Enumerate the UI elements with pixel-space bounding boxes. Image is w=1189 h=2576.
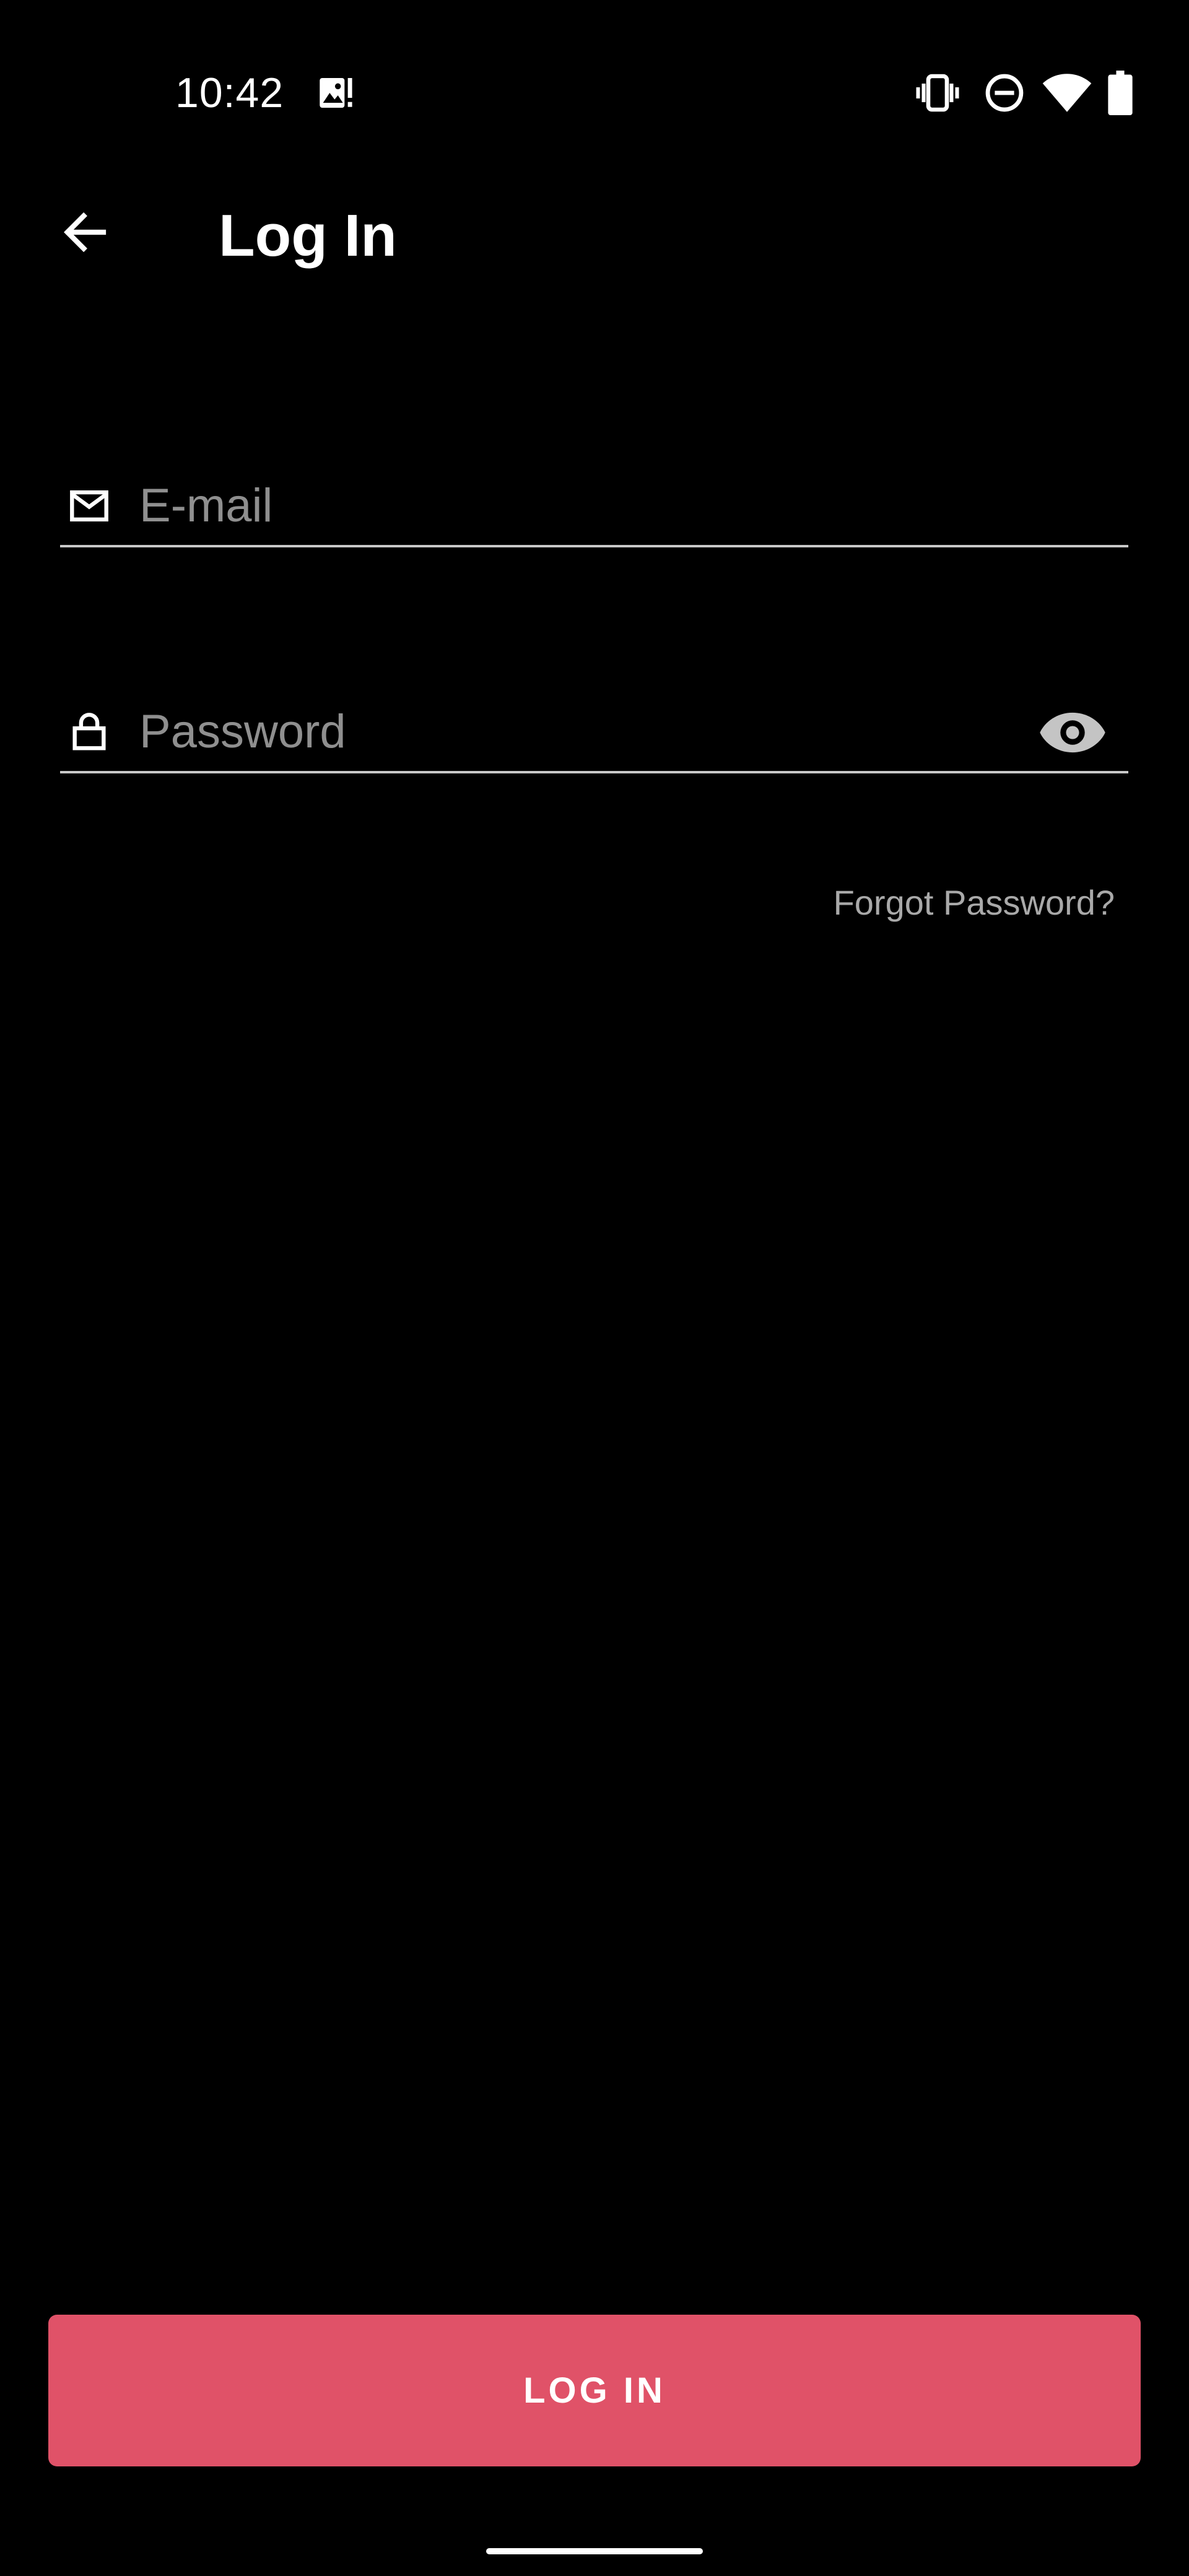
vibrate-icon	[913, 69, 962, 116]
lock-icon	[66, 709, 112, 755]
battery-icon	[1105, 69, 1136, 116]
password-field[interactable]	[60, 690, 1128, 773]
mail-icon	[66, 483, 112, 529]
forgot-password-link[interactable]: Forgot Password?	[834, 881, 1115, 925]
email-input[interactable]	[139, 473, 1006, 537]
password-input[interactable]	[139, 699, 1006, 764]
page-title: Log In	[219, 202, 397, 269]
login-button[interactable]: LOG IN	[48, 2315, 1141, 2466]
image-alert-icon	[313, 69, 360, 116]
back-button[interactable]	[45, 192, 125, 272]
home-indicator[interactable]	[486, 2548, 703, 2554]
toggle-password-visibility-button[interactable]	[1035, 702, 1110, 764]
arrow-back-icon	[64, 212, 107, 253]
login-button-label: LOG IN	[523, 2370, 666, 2411]
eye-icon	[1040, 712, 1105, 753]
email-field[interactable]	[60, 464, 1128, 547]
status-time: 10:42	[175, 69, 284, 116]
do-not-disturb-icon	[980, 69, 1029, 116]
wifi-icon	[1039, 69, 1095, 116]
